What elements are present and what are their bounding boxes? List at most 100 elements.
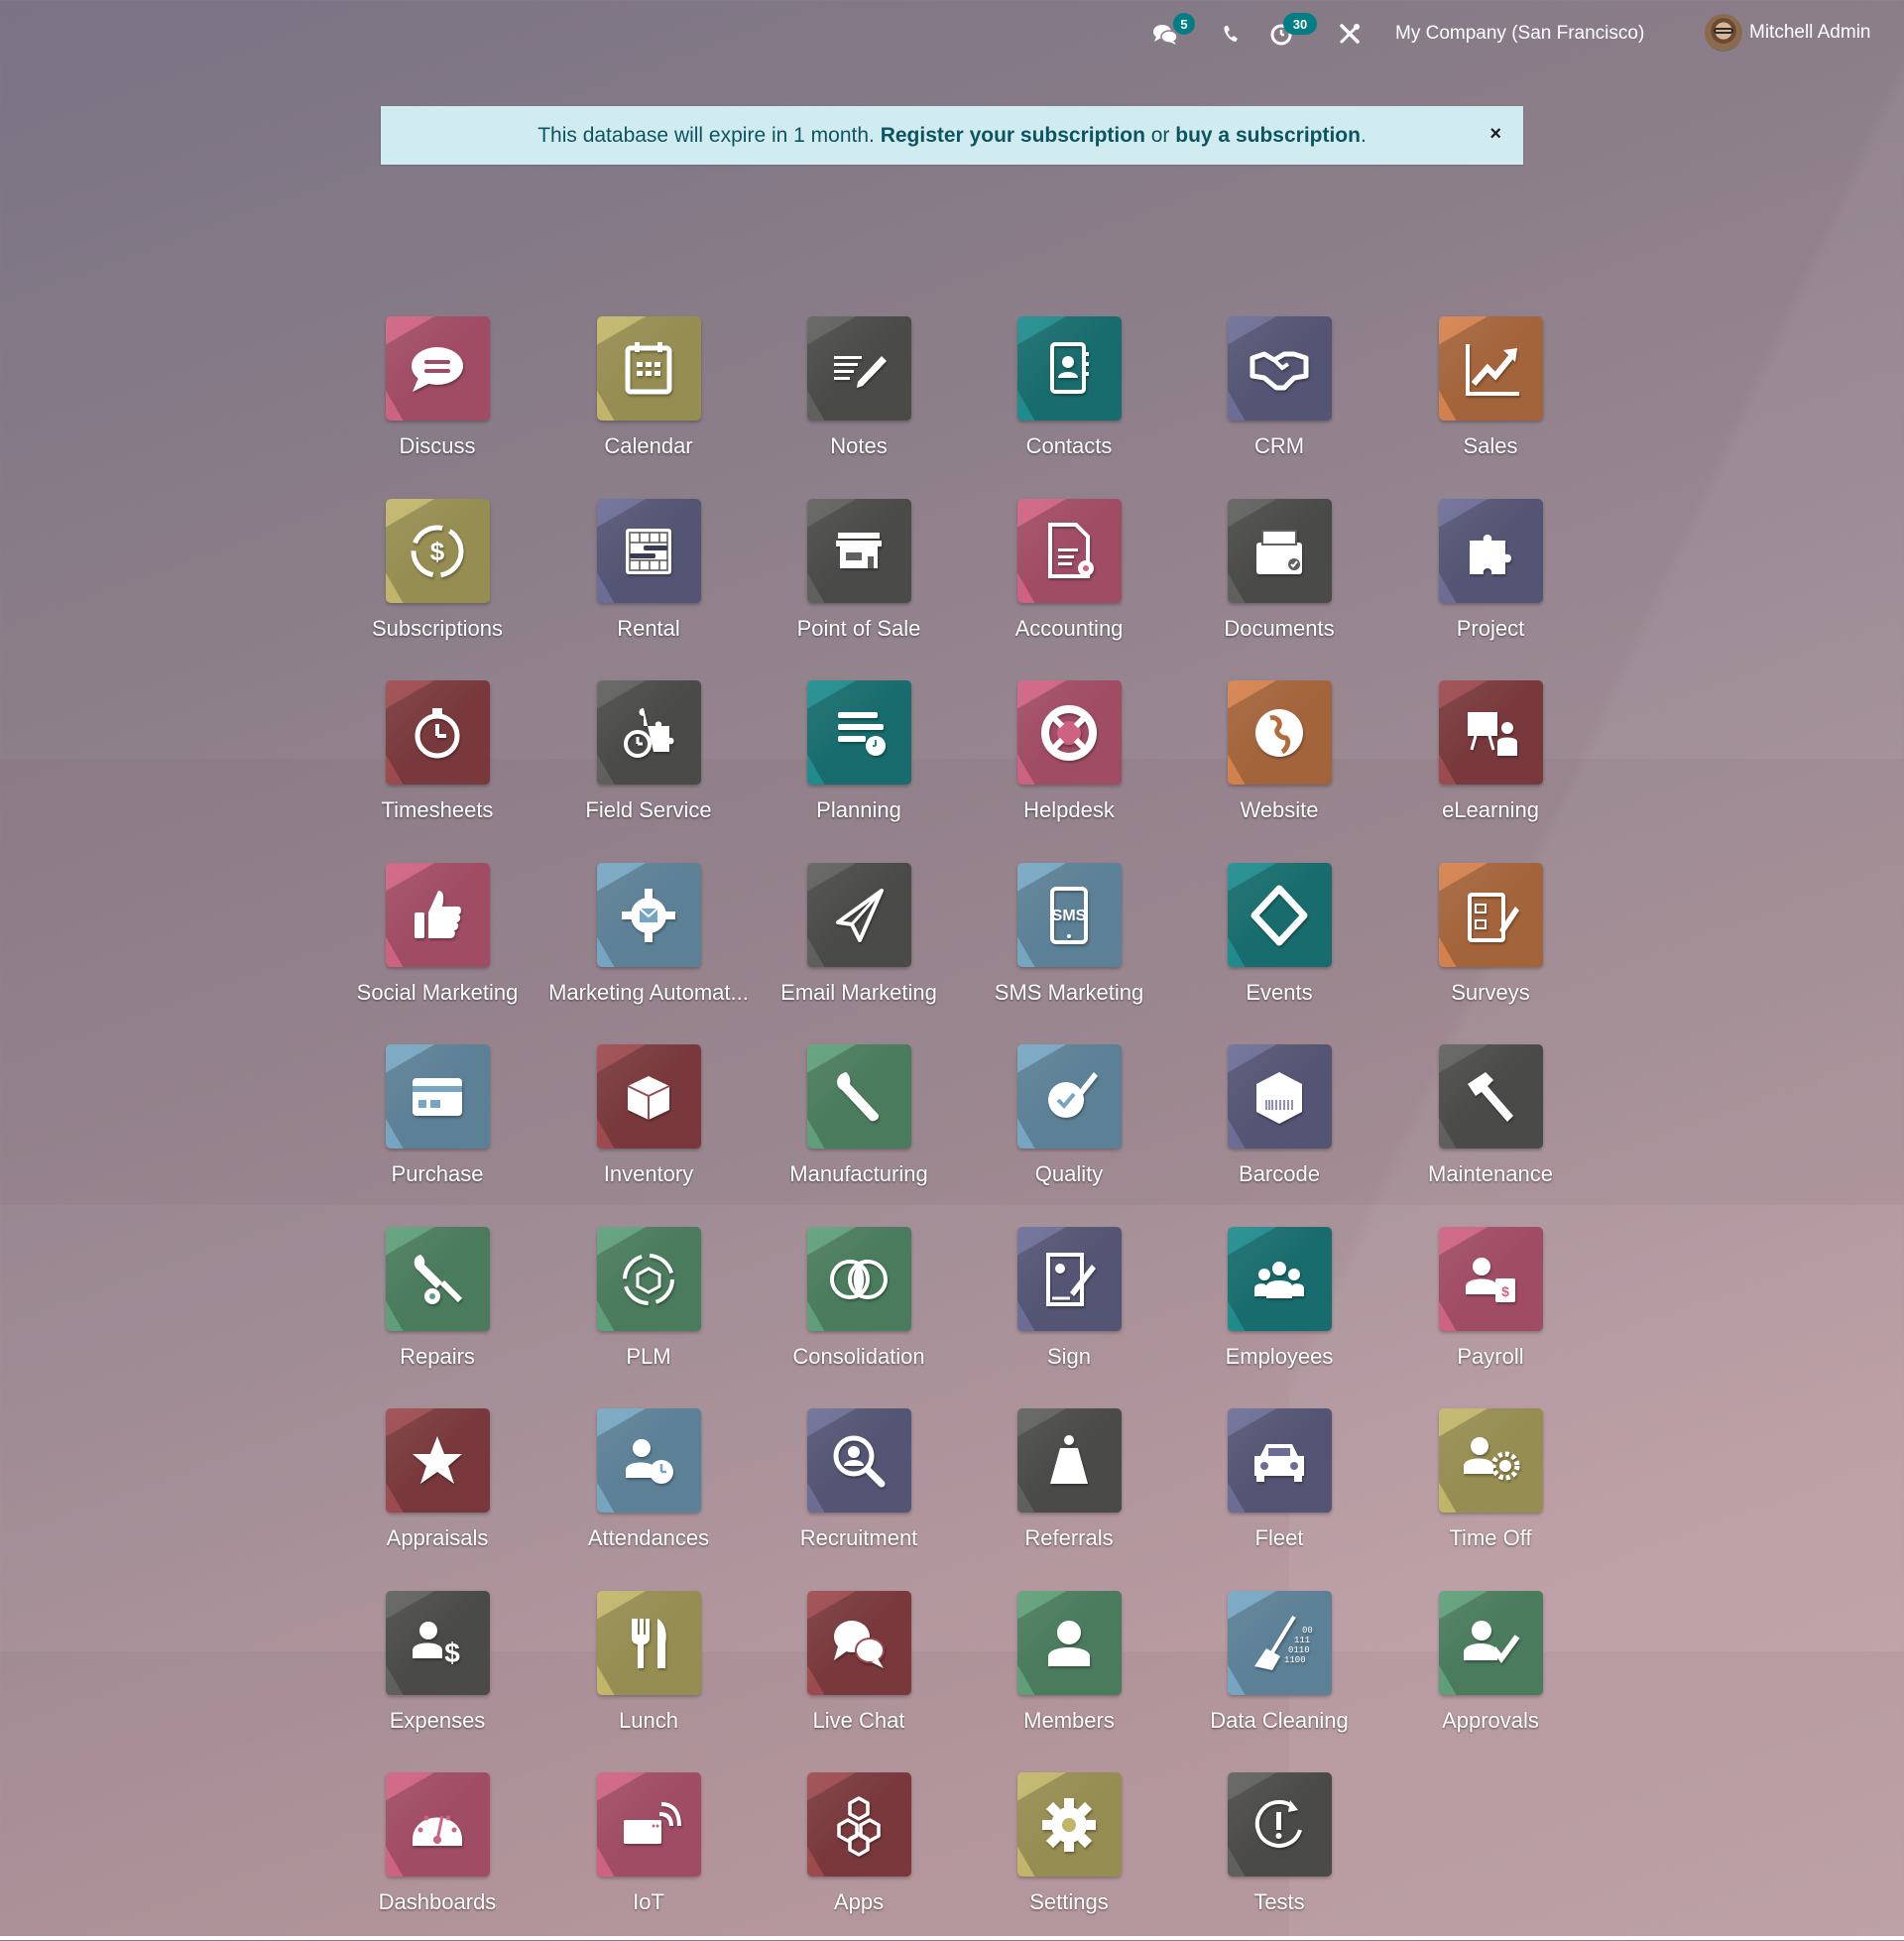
app-social-marketing[interactable]: Social Marketing bbox=[332, 863, 542, 1031]
app-label: Tests bbox=[1253, 1889, 1305, 1914]
app-point-of-sale[interactable]: Point of Sale bbox=[754, 499, 964, 667]
app-sales[interactable]: Sales bbox=[1385, 316, 1596, 485]
app-helpdesk[interactable]: Helpdesk bbox=[964, 680, 1174, 849]
chat-bubbles-icon bbox=[807, 1591, 911, 1695]
register-subscription-link[interactable]: Register your subscription bbox=[881, 124, 1145, 147]
app-purchase[interactable]: Purchase bbox=[332, 1044, 542, 1213]
app-quality[interactable]: Quality bbox=[964, 1044, 1174, 1213]
app-marketing-automat[interactable]: Marketing Automat... bbox=[543, 863, 754, 1031]
app-referrals[interactable]: Referrals bbox=[964, 1408, 1174, 1577]
app-apps[interactable]: Apps bbox=[754, 1772, 964, 1941]
rental-grid-icon bbox=[597, 499, 701, 603]
app-tests[interactable]: Tests bbox=[1174, 1772, 1384, 1941]
company-switcher[interactable]: My Company (San Francisco) bbox=[1395, 20, 1644, 48]
app-dashboards[interactable]: Dashboards bbox=[332, 1772, 542, 1941]
app-appraisals[interactable]: Appraisals bbox=[332, 1408, 542, 1577]
app-sms-marketing[interactable]: SMS SMS Marketing bbox=[964, 863, 1174, 1031]
cycle-box-icon bbox=[597, 1227, 701, 1331]
rerun-alert-icon bbox=[1228, 1772, 1332, 1877]
app-recruitment[interactable]: Recruitment bbox=[754, 1408, 964, 1577]
app-employees[interactable]: Employees bbox=[1174, 1227, 1384, 1395]
app-time-off[interactable]: Time Off bbox=[1385, 1408, 1596, 1577]
checklist-icon bbox=[1439, 863, 1543, 967]
app-expenses[interactable]: $ Expenses bbox=[332, 1591, 542, 1759]
app-tile bbox=[1227, 1408, 1332, 1513]
hero-icon bbox=[1017, 1408, 1122, 1513]
app-field-service[interactable]: Field Service bbox=[543, 680, 754, 849]
app-fleet[interactable]: Fleet bbox=[1174, 1408, 1384, 1577]
person-clock-icon bbox=[597, 1408, 701, 1513]
app-inventory[interactable]: Inventory bbox=[543, 1044, 754, 1213]
contacts-icon bbox=[1017, 316, 1122, 421]
app-tile bbox=[596, 316, 701, 421]
iot-device-icon bbox=[597, 1772, 701, 1877]
app-tile bbox=[385, 1227, 490, 1331]
app-label: Rental bbox=[617, 616, 680, 641]
app-tile bbox=[385, 680, 490, 785]
app-sign[interactable]: Sign bbox=[964, 1227, 1174, 1395]
app-accounting[interactable]: Accounting bbox=[964, 499, 1174, 667]
debug-tools-button[interactable] bbox=[1339, 18, 1361, 50]
app-calendar[interactable]: Calendar bbox=[543, 316, 754, 485]
app-surveys[interactable]: Surveys bbox=[1385, 863, 1596, 1031]
app-members[interactable]: Members bbox=[964, 1591, 1174, 1759]
magnifier-person-icon bbox=[807, 1408, 911, 1513]
app-label: Appraisals bbox=[386, 1525, 489, 1550]
app-maintenance[interactable]: Maintenance bbox=[1385, 1044, 1596, 1213]
app-label: Time Off bbox=[1449, 1525, 1532, 1550]
app-repairs[interactable]: Repairs bbox=[332, 1227, 542, 1395]
app-manufacturing[interactable]: Manufacturing bbox=[754, 1044, 964, 1213]
app-tile bbox=[1227, 863, 1332, 967]
app-notes[interactable]: Notes bbox=[754, 316, 964, 485]
app-label: Calendar bbox=[604, 433, 693, 458]
activities-button[interactable]: 30 bbox=[1269, 13, 1317, 50]
app-label: Dashboards bbox=[378, 1889, 497, 1914]
app-timesheets[interactable]: Timesheets bbox=[332, 680, 542, 849]
app-label: SMS Marketing bbox=[994, 980, 1144, 1005]
phone-button[interactable] bbox=[1222, 18, 1242, 50]
app-rental[interactable]: Rental bbox=[543, 499, 754, 667]
close-icon[interactable]: × bbox=[1489, 120, 1501, 148]
app-elearning[interactable]: eLearning bbox=[1385, 680, 1596, 849]
app-data-cleaning[interactable]: 00 111 0110 1100 Data Cleaning bbox=[1174, 1591, 1384, 1759]
app-live-chat[interactable]: Live Chat bbox=[754, 1591, 964, 1759]
app-label: Email Marketing bbox=[780, 980, 937, 1005]
app-website[interactable]: Website bbox=[1174, 680, 1384, 849]
banner-text: This database will expire in 1 month. bbox=[537, 123, 881, 147]
app-approvals[interactable]: Approvals bbox=[1385, 1591, 1596, 1759]
app-label: CRM bbox=[1253, 433, 1305, 458]
buy-subscription-link[interactable]: buy a subscription bbox=[1175, 124, 1361, 147]
app-label: Helpdesk bbox=[1023, 797, 1115, 822]
app-documents[interactable]: Documents bbox=[1174, 499, 1384, 667]
chat-bubble-icon bbox=[386, 316, 490, 421]
globe-icon bbox=[1228, 680, 1332, 785]
app-discuss[interactable]: Discuss bbox=[332, 316, 542, 485]
app-planning[interactable]: Planning bbox=[754, 680, 964, 849]
user-menu[interactable]: Mitchell Admin bbox=[1705, 14, 1871, 52]
app-crm[interactable]: CRM bbox=[1174, 316, 1384, 485]
app-settings[interactable]: Settings bbox=[964, 1772, 1174, 1941]
app-contacts[interactable]: Contacts bbox=[964, 316, 1174, 485]
app-label: Project bbox=[1456, 616, 1525, 641]
app-tile bbox=[1016, 499, 1122, 603]
messages-button[interactable]: 5 bbox=[1151, 13, 1195, 50]
app-attendances[interactable]: Attendances bbox=[543, 1408, 754, 1577]
app-label: Documents bbox=[1224, 616, 1335, 641]
gear-envelope-icon bbox=[597, 863, 701, 967]
app-tile bbox=[1438, 1044, 1543, 1149]
app-email-marketing[interactable]: Email Marketing bbox=[754, 863, 964, 1031]
app-consolidation[interactable]: Consolidation bbox=[754, 1227, 964, 1395]
app-tile bbox=[806, 499, 911, 603]
app-payroll[interactable]: $ Payroll bbox=[1385, 1227, 1596, 1395]
app-plm[interactable]: PLM bbox=[543, 1227, 754, 1395]
app-subscriptions[interactable]: $ Subscriptions bbox=[332, 499, 542, 667]
svg-text:0110: 0110 bbox=[1288, 1645, 1310, 1655]
app-lunch[interactable]: Lunch bbox=[543, 1591, 754, 1759]
app-events[interactable]: Events bbox=[1174, 863, 1384, 1031]
cubes-icon bbox=[807, 1772, 911, 1877]
broom-binary-icon: 00 111 0110 1100 bbox=[1228, 1591, 1332, 1695]
app-barcode[interactable]: Barcode bbox=[1174, 1044, 1384, 1213]
app-tile bbox=[1438, 680, 1543, 785]
app-iot[interactable]: IoT bbox=[543, 1772, 754, 1941]
app-project[interactable]: Project bbox=[1385, 499, 1596, 667]
